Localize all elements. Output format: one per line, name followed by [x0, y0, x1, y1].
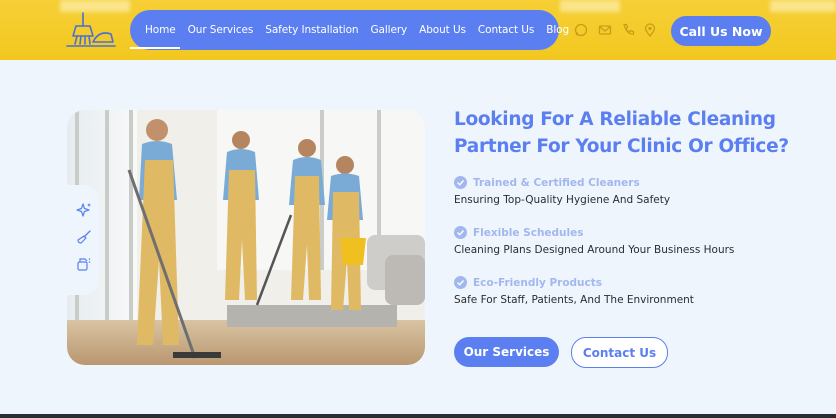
contact-us-button[interactable]: Contact Us	[571, 337, 668, 368]
header-highlight	[60, 0, 130, 12]
header-highlight	[770, 0, 836, 12]
feature-1-title: Trained & Certified Cleaners	[454, 176, 640, 189]
cleaning-team-photo	[67, 110, 425, 365]
feature-2-title: Flexible Schedules	[454, 226, 584, 239]
nav-contact-us[interactable]: Contact Us	[478, 24, 534, 36]
feature-3-desc: Safe For Staff, Patients, And The Enviro…	[454, 294, 694, 306]
broom-icon	[77, 230, 91, 244]
check-circle-icon	[454, 276, 467, 289]
feature-1-desc: Ensuring Top-Quality Hygiene And Safety	[454, 194, 671, 206]
feature-2-desc: Cleaning Plans Designed Around Your Busi…	[454, 244, 735, 256]
side-icon-bar	[67, 185, 99, 295]
phone-icon[interactable]	[621, 23, 635, 37]
our-services-button[interactable]: Our Services	[454, 337, 559, 367]
cleaning-spray-icon	[77, 258, 91, 271]
logo[interactable]	[66, 12, 116, 48]
main-nav: Home Our Services Safety Installation Ga…	[130, 10, 569, 50]
sparkle-icon	[76, 203, 91, 217]
hero-image	[67, 110, 425, 365]
page-bottom-border	[0, 414, 836, 418]
whatsapp-icon[interactable]	[574, 23, 588, 37]
headline-line-2: Partner For Your Clinic Or Office?	[454, 136, 789, 157]
nav-safety-installation[interactable]: Safety Installation	[265, 24, 358, 36]
feature-3-title: Eco-Friendly Products	[454, 276, 602, 289]
call-us-now-button[interactable]: Call Us Now	[671, 16, 771, 46]
check-circle-icon	[454, 226, 467, 239]
broom-logo-icon	[66, 12, 116, 47]
headline-line-1: Looking For A Reliable Cleaning	[454, 109, 776, 130]
nav-our-services[interactable]: Our Services	[188, 24, 254, 36]
header-highlight	[560, 0, 620, 12]
hero-headline: Looking For A Reliable Cleaning Partner …	[454, 106, 794, 160]
email-icon[interactable]	[598, 23, 612, 37]
nav-gallery[interactable]: Gallery	[370, 24, 407, 36]
nav-blog[interactable]: Blog	[546, 24, 569, 36]
nav-about-us[interactable]: About Us	[419, 24, 466, 36]
nav-home[interactable]: Home	[130, 24, 180, 49]
check-circle-icon	[454, 176, 467, 189]
location-icon[interactable]	[643, 23, 657, 37]
